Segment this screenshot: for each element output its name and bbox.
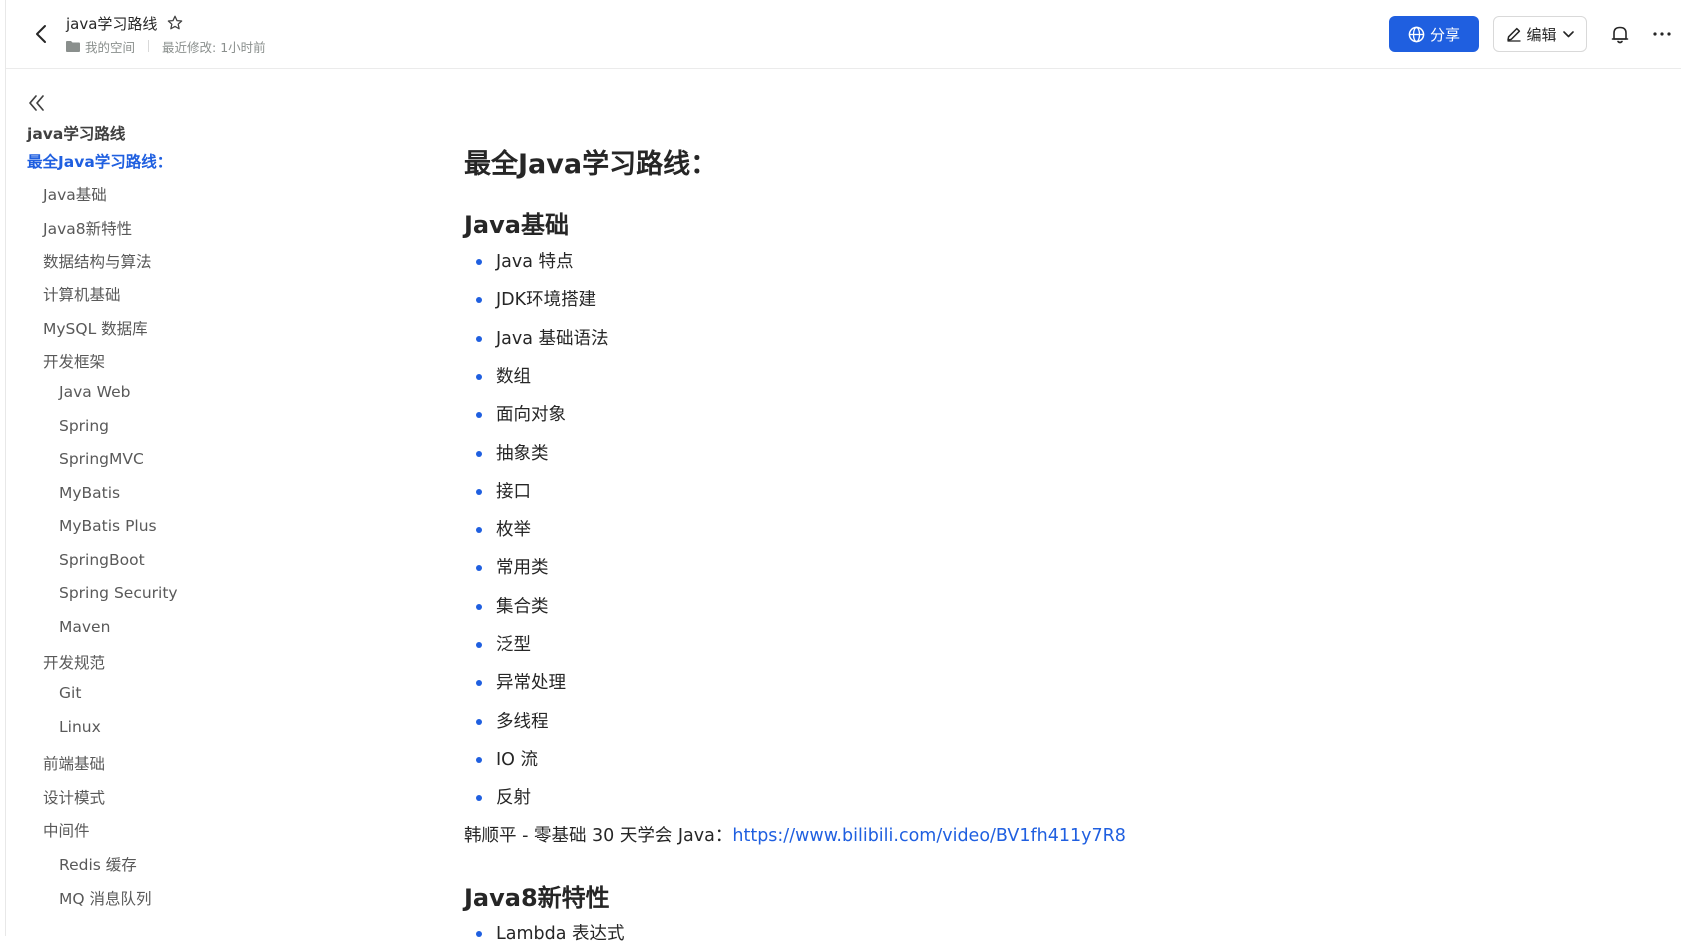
bullet-dot bbox=[476, 756, 482, 763]
bell-icon[interactable] bbox=[1609, 23, 1631, 45]
chevron-down-icon bbox=[1562, 30, 1574, 37]
bullet-dot bbox=[476, 718, 482, 725]
bullet-dot bbox=[476, 297, 482, 304]
section-heading-java8: Java8新特性 bbox=[464, 884, 610, 912]
bullet-dot bbox=[476, 795, 482, 802]
more-icon[interactable] bbox=[1651, 26, 1673, 42]
document-body: 最全Java学习路线： Java基础 Java 特点 JDK环境搭建 Java 基础… bbox=[6, 70, 1681, 944]
list-item-text: Java 特点 bbox=[496, 252, 574, 272]
list-item-text: Lambda 表达式 bbox=[496, 924, 625, 944]
share-label: 分享 bbox=[1429, 25, 1460, 44]
space-link[interactable]: 我的空间 bbox=[85, 37, 135, 56]
bullet-dot bbox=[476, 335, 482, 342]
list-item-text: 反射 bbox=[496, 788, 531, 809]
resource-link[interactable]: https://www.bilibili.com/video/BV1fh411y… bbox=[732, 826, 1126, 846]
doc-header: java学习路线 我的空间 最近修改: 1小时前 分享 编辑 bbox=[6, 0, 1681, 69]
bullet-dot bbox=[476, 931, 482, 937]
meta-divider bbox=[148, 40, 150, 52]
last-modified: 最近修改: 1小时前 bbox=[162, 39, 266, 55]
list-item-text: 数组 bbox=[496, 366, 531, 387]
page-title: 最全Java学习路线： bbox=[464, 149, 718, 180]
edit-label: 编辑 bbox=[1526, 25, 1557, 44]
list-item-text: 抽象类 bbox=[496, 443, 549, 464]
app-window: java学习路线 我的空间 最近修改: 1小时前 分享 编辑 java学习路线 … bbox=[5, 0, 1681, 944]
doc-meta: 我的空间 最近修改: 1小时前 bbox=[66, 37, 266, 56]
resource-text: 韩顺平 - 零基础 30 天学会 Java： bbox=[464, 826, 733, 846]
bullet-dot bbox=[476, 527, 482, 534]
bullet-dot bbox=[476, 488, 482, 495]
list-item-text: 多线程 bbox=[496, 711, 549, 732]
share-button[interactable]: 分享 bbox=[1389, 16, 1479, 52]
bullet-dot bbox=[476, 642, 482, 648]
bullet-dot bbox=[476, 373, 482, 380]
edit-button[interactable]: 编辑 bbox=[1493, 16, 1587, 52]
doc-title: java学习路线 bbox=[66, 15, 158, 33]
list-item-text: 面向对象 bbox=[496, 405, 566, 426]
list-item-text: 常用类 bbox=[496, 558, 549, 579]
list-item-text: JDK环境搭建 bbox=[496, 290, 597, 311]
bullet-dot bbox=[476, 450, 482, 457]
bullet-dot bbox=[476, 412, 482, 419]
folder-icon bbox=[66, 40, 80, 52]
bullet-dot bbox=[476, 259, 482, 265]
list-item-text: 泛型 bbox=[496, 635, 531, 655]
star-icon[interactable] bbox=[166, 14, 184, 32]
list-item-text: 接口 bbox=[496, 481, 531, 502]
bullet-dot bbox=[476, 565, 482, 572]
list-item-text: 枚举 bbox=[496, 520, 531, 541]
back-button[interactable] bbox=[30, 21, 52, 47]
globe-icon bbox=[1408, 26, 1425, 42]
resource-paragraph: 韩顺平 - 零基础 30 天学会 Java：https://www.bilibi… bbox=[464, 822, 1126, 847]
bullet-dot bbox=[476, 680, 482, 687]
section-heading-java-basics: Java基础 bbox=[464, 211, 569, 239]
pencil-icon bbox=[1507, 27, 1521, 42]
bullet-dot bbox=[476, 603, 482, 610]
list-item-text: 集合类 bbox=[496, 596, 549, 617]
list-item-text: 异常处理 bbox=[496, 673, 566, 694]
list-item-text: Java 基础语法 bbox=[496, 328, 609, 349]
list-item-text: IO 流 bbox=[496, 749, 538, 770]
chevron-left-icon bbox=[36, 25, 46, 43]
